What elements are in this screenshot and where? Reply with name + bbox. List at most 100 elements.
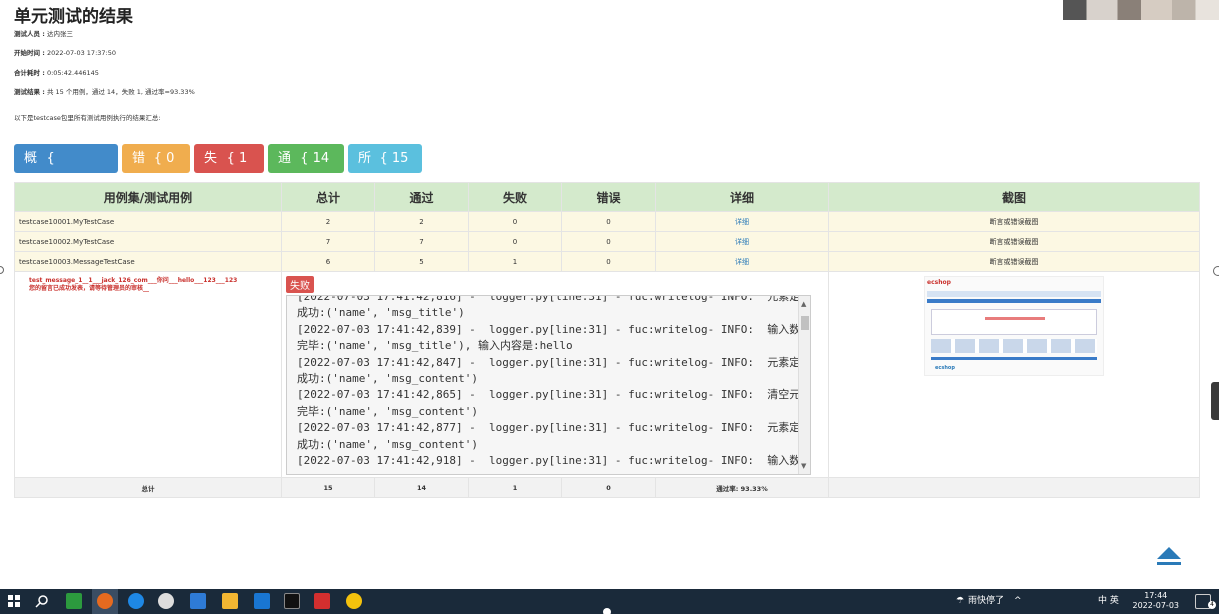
col-header-detail: 详细 [655,182,829,212]
start-time-line: 开始时间 : 2022-07-03 17:37:50 [14,49,116,57]
notification-count: 4 [1208,601,1216,609]
suite-name: testcase10001.MyTestCase [14,211,282,232]
terminal-icon[interactable] [284,593,300,609]
results-table: 用例集/测试用例 总计 通过 失败 错误 详细 截图 testcase10001… [14,182,1200,498]
suite-name: testcase10002.MyTestCase [14,231,282,252]
cell-error: 0 [561,211,656,232]
pycharm-icon[interactable] [254,593,270,609]
thumb-bar [931,357,1097,360]
filter-bar: 概要{ 93.33% } 错误{ 0 } 失败{ 1 } 通过{ 14 } 所有… [14,144,422,224]
screenshot-link[interactable]: 断言或错误截图 [828,211,1200,232]
filter-error-button[interactable]: 错误{ 0 } [122,144,190,195]
cell-total: 6 [281,251,375,272]
windows-start-icon[interactable] [6,593,22,609]
result-value: 共 15 个用例，通过 14，失败 1, 通过率=93.33% [46,88,195,96]
suite-name: testcase10003.MessageTestCase [14,251,282,272]
cell-pass: 2 [374,211,469,232]
detail-link[interactable]: 详细 [655,251,829,272]
firefox-icon[interactable] [92,589,118,614]
col-header-screenshot: 截图 [828,182,1200,212]
col-header-total: 总计 [281,182,375,212]
col-header-pass: 通过 [374,182,469,212]
side-widget[interactable] [1211,382,1219,420]
edge-circle-icon [0,266,4,274]
failed-case-log-cell: 失败 [2022-07-03 17:41:42,816] - logger.py… [281,271,829,478]
screenshot-link[interactable]: 断言或错误截图 [828,231,1200,252]
corner-image [1063,0,1219,20]
page-title: 单元测试的结果 [14,7,133,27]
duration-line: 合计耗时 : 0:05:42.446145 [14,69,99,77]
cell-fail: 0 [468,211,562,232]
scroll-up-arrow-icon[interactable]: ▲ [801,300,806,308]
error-screenshot-thumbnail[interactable]: ecshop ecshop [924,276,1104,376]
screenshot-cell: ecshop ecshop [828,271,1200,478]
table-row: testcase10002.MyTestCase 7 7 0 0 详细 断言或错… [14,231,1200,252]
duration-value: 0:05:42.446145 [46,69,99,77]
filter-pass-button[interactable]: 通过{ 14 } [268,144,344,195]
thumb-logo-footer: ecshop [935,365,955,371]
table-header-row: 用例集/测试用例 总计 通过 失败 错误 详细 截图 [14,182,1200,212]
totals-error: 0 [561,477,656,498]
detail-link[interactable]: 详细 [655,211,829,232]
failed-case-row: test_message_1__1___jack_126_com___你问___… [14,271,1200,478]
col-header-suite: 用例集/测试用例 [14,182,282,212]
filter-all-button[interactable]: 所有{ 15 } [348,144,422,195]
folder-icon[interactable] [222,593,238,609]
cell-fail: 1 [468,251,562,272]
tray-chevron-icon[interactable]: ^ [1014,589,1022,614]
search-icon[interactable] [34,593,50,609]
table-row: testcase10001.MyTestCase 2 2 0 0 详细 断言或错… [14,211,1200,232]
screenshot-link[interactable]: 断言或错误截图 [828,251,1200,272]
clock-time: 17:44 [1144,591,1168,600]
totals-label: 总计 [14,477,282,498]
thumb-content-box [931,309,1097,335]
app-green-icon[interactable] [66,593,82,609]
totals-fail: 1 [468,477,562,498]
thumb-alert [985,317,1045,320]
cell-pass: 7 [374,231,469,252]
col-header-fail: 失败 [468,182,562,212]
summary-note: 以下是testcase包里所有测试用例执行的结果汇总: [14,114,161,122]
start-time-value: 2022-07-03 17:37:50 [46,49,116,57]
filter-summary-button[interactable]: 概要{ 93.33% } [14,144,118,224]
clock-date: 2022-07-03 [1132,601,1180,610]
edge-circle-icon [1213,266,1219,276]
wps-icon[interactable] [314,593,330,609]
thumb-nav [927,291,1101,297]
totals-row: 总计 15 14 1 0 通过率: 93.33% [14,477,1200,498]
cell-error: 0 [561,231,656,252]
app-icon[interactable] [190,593,206,609]
cell-error: 0 [561,251,656,272]
result-line: 测试结果 : 共 15 个用例，通过 14，失败 1, 通过率=93.33% [14,88,195,96]
chrome-icon[interactable] [346,593,362,609]
edge-browser-icon[interactable] [128,593,144,609]
tester-line: 测试人员 : 达内张三 [14,30,73,38]
filter-fail-button[interactable]: 失败{ 1 } [194,144,264,195]
taskbar-clock[interactable]: 17:44 2022-07-03 [1133,591,1180,611]
weather-text[interactable]: 雨快停了 [968,589,1004,614]
cell-fail: 0 [468,231,562,252]
app-icon[interactable] [158,593,174,609]
tester-value: 达内张三 [46,30,73,38]
cursor-dot [603,608,611,616]
table-row: testcase10003.MessageTestCase 6 5 1 0 详细… [14,251,1200,272]
weather-icon[interactable]: ☂ [956,589,964,614]
log-text: [2022-07-03 17:41:42,816] - logger.py[li… [297,295,811,468]
scroll-down-arrow-icon[interactable]: ▼ [801,462,806,470]
input-language[interactable]: 中 英 [1098,589,1119,614]
cell-total: 2 [281,211,375,232]
failed-case-name: test_message_1__1___jack_126_com___你问___… [14,271,282,478]
fail-status-badge[interactable]: 失败 [286,276,314,293]
detail-link[interactable]: 详细 [655,231,829,252]
log-output-box[interactable]: [2022-07-03 17:41:42,816] - logger.py[li… [286,295,811,475]
totals-empty [828,477,1200,498]
totals-pass: 14 [374,477,469,498]
back-to-top-icon[interactable] [1155,545,1183,567]
cell-pass: 5 [374,251,469,272]
thumb-logo: ecshop [927,279,951,286]
scroll-thumb[interactable] [801,316,809,330]
totals-total: 15 [281,477,375,498]
log-scrollbar[interactable]: ▲ ▼ [798,296,810,474]
thumb-grid [931,339,1097,353]
thumb-nav-bar [927,299,1101,303]
